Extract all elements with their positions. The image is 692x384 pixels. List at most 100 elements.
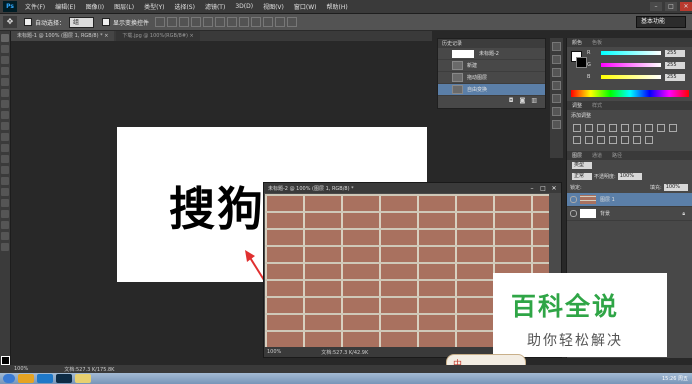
distribute-middle-icon[interactable] <box>239 17 250 27</box>
threshold-icon[interactable] <box>621 136 629 144</box>
align-left-icon[interactable] <box>191 17 202 27</box>
selective-color-icon[interactable] <box>645 136 653 144</box>
levels-icon[interactable] <box>585 124 593 132</box>
distribute-right-icon[interactable] <box>287 17 298 27</box>
layer-kind-filter[interactable]: 类型 <box>572 162 593 169</box>
clone-source-panel-icon[interactable] <box>552 107 561 116</box>
eyedropper-tool[interactable] <box>1 89 9 97</box>
doc-tab-untitled-1[interactable]: 未标题-1 @ 100% (图层 1, RGB/8) * × <box>11 31 115 41</box>
align-middle-icon[interactable] <box>167 17 178 27</box>
history-item-drag-layer[interactable]: 拖动图层 <box>438 72 545 84</box>
distribute-bottom-icon[interactable] <box>251 17 262 27</box>
history-item-new[interactable]: 新建 <box>438 60 545 72</box>
tab-paths[interactable]: 路径 <box>607 152 627 159</box>
workspace-dropdown[interactable]: 基本功能 <box>635 16 686 28</box>
healing-tool[interactable] <box>1 100 9 108</box>
tab-color[interactable]: 颜色 <box>567 39 587 46</box>
history-panel-icon[interactable] <box>552 42 561 51</box>
path-select-tool[interactable] <box>1 210 9 218</box>
black-white-icon[interactable] <box>657 124 665 132</box>
color-balance-icon[interactable] <box>645 124 653 132</box>
color-lookup-icon[interactable] <box>585 136 593 144</box>
history-item-free-transform[interactable]: 自由变换 <box>438 84 545 96</box>
type-tool[interactable] <box>1 199 9 207</box>
color-spectrum-bar[interactable] <box>571 90 689 97</box>
posterize-icon[interactable] <box>609 136 617 144</box>
slider-track[interactable] <box>601 63 661 67</box>
blur-tool[interactable] <box>1 166 9 174</box>
channel-mixer-icon[interactable] <box>573 136 581 144</box>
history-brush-tool[interactable] <box>1 133 9 141</box>
tab-adjustments[interactable]: 调整 <box>567 102 587 109</box>
history-panel-header[interactable]: 历史记录 <box>438 39 545 48</box>
dodge-tool[interactable] <box>1 177 9 185</box>
align-center-icon[interactable] <box>203 17 214 27</box>
brush-tool[interactable] <box>1 111 9 119</box>
tab-styles[interactable]: 样式 <box>587 102 607 109</box>
floating-maximize-button[interactable]: □ <box>539 185 547 192</box>
menu-image[interactable]: 图像(I) <box>81 2 109 11</box>
photoshop-taskbar-icon[interactable] <box>56 374 72 383</box>
distribute-center-icon[interactable] <box>275 17 286 27</box>
slider-track[interactable] <box>601 51 661 55</box>
crop-tool[interactable] <box>1 78 9 86</box>
auto-select-checkbox[interactable] <box>24 18 32 26</box>
floating-minimize-button[interactable]: – <box>528 185 536 192</box>
menu-window[interactable]: 窗口(W) <box>289 2 322 11</box>
zoom-tool[interactable] <box>1 243 9 251</box>
visibility-eye-icon[interactable] <box>570 210 577 217</box>
blend-mode-dropdown[interactable]: 正常 <box>572 173 593 180</box>
camera-icon[interactable]: ◙ <box>520 97 526 104</box>
floating-window-titlebar[interactable]: 未标题-2 @ 100% (图层 1, RGB/8) * – □ ✕ <box>264 183 561 193</box>
gradient-tool[interactable] <box>1 155 9 163</box>
marquee-tool[interactable] <box>1 45 9 53</box>
status-zoom[interactable]: 100% <box>14 366 28 372</box>
actions-panel-icon[interactable] <box>552 120 561 129</box>
menu-type[interactable]: 类型(Y) <box>139 2 169 11</box>
start-button-icon[interactable] <box>3 374 15 383</box>
trash-icon[interactable]: ▥ <box>531 97 537 104</box>
stamp-tool[interactable] <box>1 122 9 130</box>
align-right-icon[interactable] <box>215 17 226 27</box>
move-tool[interactable] <box>1 34 9 42</box>
menu-filter[interactable]: 滤镜(T) <box>200 2 230 11</box>
background-color[interactable] <box>576 57 587 68</box>
doc-tab-download[interactable]: 下载.jpg @ 100%(RGB/8#) × <box>116 31 200 41</box>
opacity-input[interactable]: 100% <box>617 173 642 180</box>
explorer-taskbar-icon[interactable] <box>18 374 34 383</box>
invert-icon[interactable] <box>597 136 605 144</box>
menu-help[interactable]: 帮助(H) <box>322 2 353 11</box>
menu-view[interactable]: 视图(V) <box>258 2 289 11</box>
visibility-eye-icon[interactable] <box>570 196 577 203</box>
menu-layer[interactable]: 图层(L) <box>109 2 139 11</box>
tab-layers[interactable]: 图层 <box>567 152 587 159</box>
menu-select[interactable]: 选择(S) <box>169 2 200 11</box>
foreground-color-swatch[interactable] <box>1 356 10 365</box>
paragraph-panel-icon[interactable] <box>552 81 561 90</box>
tab-swatches[interactable]: 色板 <box>587 39 607 46</box>
slider-track[interactable] <box>601 75 661 79</box>
menu-3d[interactable]: 3D(D) <box>230 3 258 10</box>
menu-edit[interactable]: 编辑(E) <box>50 2 80 11</box>
shape-tool[interactable] <box>1 221 9 229</box>
gradient-map-icon[interactable] <box>633 136 641 144</box>
fill-input[interactable]: 100% <box>663 184 688 191</box>
minimize-button[interactable]: – <box>650 2 662 11</box>
taskbar-clock[interactable]: 15:26 周五 <box>662 375 688 382</box>
photo-filter-icon[interactable] <box>669 124 677 132</box>
brush-panel-icon[interactable] <box>552 94 561 103</box>
slider-value[interactable]: 255 <box>665 49 685 57</box>
align-bottom-icon[interactable] <box>179 17 190 27</box>
slider-value[interactable]: 255 <box>665 61 685 69</box>
distribute-top-icon[interactable] <box>227 17 238 27</box>
history-snapshot[interactable]: 未标题-2 <box>438 48 545 60</box>
menu-file[interactable]: 文件(F) <box>20 2 50 11</box>
ie-taskbar-icon[interactable] <box>37 374 53 383</box>
floating-close-button[interactable]: ✕ <box>550 185 558 192</box>
floating-zoom-value[interactable]: 100% <box>267 349 281 355</box>
tab-channels[interactable]: 通道 <box>587 152 607 159</box>
auto-select-dropdown[interactable]: 组 <box>69 16 95 28</box>
close-button[interactable]: ✕ <box>680 2 692 11</box>
properties-panel-icon[interactable] <box>552 55 561 64</box>
new-document-from-state-icon[interactable]: ◘ <box>509 97 514 104</box>
